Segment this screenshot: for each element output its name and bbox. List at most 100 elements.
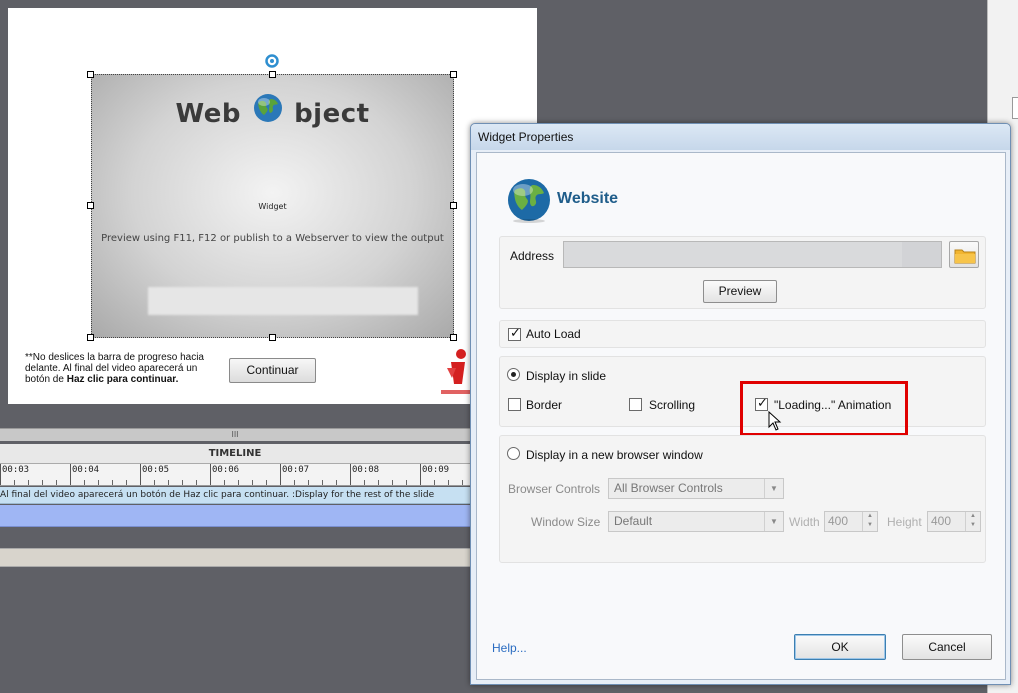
- ruler-minor-tick: [392, 480, 393, 485]
- timeline-scrollbar[interactable]: [0, 548, 470, 567]
- web-object-logo: Web bject: [92, 94, 453, 130]
- ruler-minor-tick: [322, 480, 323, 485]
- ruler-minor-tick: [308, 480, 309, 485]
- ruler-minor-tick: [252, 480, 253, 485]
- width-stepper[interactable]: 400 ▲ ▼: [824, 511, 878, 532]
- new-window-radio[interactable]: [507, 447, 520, 460]
- ruler-major-tick: [0, 464, 1, 485]
- timeline-caption-track[interactable]: Al final del video aparecerá un botón de…: [0, 487, 470, 504]
- timeline-title: TIMELINE: [0, 444, 470, 464]
- window-size-label: Window Size: [531, 515, 601, 529]
- border-checkbox[interactable]: [508, 398, 521, 411]
- ruler-minor-tick: [378, 480, 379, 485]
- ruler-major-tick: [70, 464, 71, 485]
- address-value-redacted: [564, 242, 902, 267]
- continue-button[interactable]: Continuar: [229, 358, 316, 383]
- checkmark-icon: ✓: [510, 326, 521, 341]
- resize-handle[interactable]: [450, 202, 457, 209]
- resize-handle[interactable]: [87, 71, 94, 78]
- web-object-widget[interactable]: Web bject Widget Preview using F11, F12 …: [91, 74, 454, 338]
- stepper-arrows-icon: ▲ ▼: [965, 512, 980, 531]
- ruler-minor-tick: [196, 480, 197, 485]
- web-object-logo-part1: Web: [175, 99, 241, 129]
- resize-handle[interactable]: [450, 334, 457, 341]
- slide-note-line1: **No deslices la barra de progreso hacia: [25, 352, 204, 363]
- ruler-tick-label: 00:09: [422, 465, 450, 475]
- resize-handle[interactable]: [87, 202, 94, 209]
- resize-handle[interactable]: [450, 71, 457, 78]
- rotate-handle-icon[interactable]: [263, 53, 281, 72]
- annotation-highlight-box: [740, 381, 908, 436]
- ruler-minor-tick: [182, 480, 183, 485]
- properties-field[interactable]: [1012, 97, 1018, 119]
- ruler-major-tick: [350, 464, 351, 485]
- ruler-major-tick: [210, 464, 211, 485]
- address-label: Address: [510, 249, 555, 263]
- scrolling-checkbox[interactable]: [629, 398, 642, 411]
- ruler-tick-label: 00:06: [212, 465, 240, 475]
- auto-load-checkbox[interactable]: ✓: [508, 326, 521, 341]
- width-label: Width: [789, 515, 820, 529]
- height-label: Height: [887, 515, 922, 529]
- ruler-minor-tick: [42, 480, 43, 485]
- ruler-minor-tick: [112, 480, 113, 485]
- ruler-tick-label: 00:05: [142, 465, 170, 475]
- slide-note-line2: delante. Al final del video aparecerá un: [25, 363, 198, 374]
- resize-handle[interactable]: [269, 71, 276, 78]
- browser-controls-label: Browser Controls: [508, 482, 601, 496]
- globe-icon: [253, 93, 283, 130]
- window-size-value: Default: [614, 514, 653, 528]
- ruler-minor-tick: [224, 480, 225, 485]
- window-size-select[interactable]: Default ▼: [608, 511, 784, 532]
- brand-logo-icon: [441, 346, 473, 400]
- dialog-titlebar[interactable]: Widget Properties: [471, 124, 1010, 150]
- ok-button[interactable]: OK: [794, 634, 886, 660]
- chevron-down-icon: ▼: [764, 479, 783, 498]
- ruler-minor-tick: [364, 480, 365, 485]
- ruler-minor-tick: [14, 480, 15, 485]
- ruler-major-tick: [280, 464, 281, 485]
- dialog-title: Widget Properties: [478, 130, 574, 144]
- resize-handle[interactable]: [87, 334, 94, 341]
- browser-controls-select[interactable]: All Browser Controls ▼: [608, 478, 784, 499]
- help-link[interactable]: Help...: [492, 641, 527, 655]
- height-stepper[interactable]: 400 ▲ ▼: [927, 511, 981, 532]
- new-window-label: Display in a new browser window: [526, 448, 703, 462]
- address-input[interactable]: [563, 241, 942, 268]
- slide-note-line3: botón de Haz clic para continuar.: [25, 374, 215, 385]
- ruler-tick-label: 00:04: [72, 465, 100, 475]
- ruler-major-tick: [420, 464, 421, 485]
- browser-controls-value: All Browser Controls: [614, 481, 723, 495]
- mouse-cursor-icon: [768, 410, 782, 434]
- display-in-slide-radio[interactable]: [507, 368, 520, 381]
- web-object-logo-part2: bject: [294, 99, 370, 129]
- widget-preview-hint: Preview using F11, F12 or publish to a W…: [101, 233, 444, 244]
- preview-button[interactable]: Preview: [703, 280, 777, 303]
- ruler-minor-tick: [406, 480, 407, 485]
- slide-note-line3-bold: Haz clic para continuar.: [66, 374, 179, 385]
- ruler-minor-tick: [434, 480, 435, 485]
- ruler-minor-tick: [266, 480, 267, 485]
- widget-type-title: Website: [557, 190, 619, 207]
- folder-browse-button[interactable]: [949, 241, 979, 268]
- cancel-button[interactable]: Cancel: [902, 634, 992, 660]
- ruler-minor-tick: [336, 480, 337, 485]
- scrolling-label: Scrolling: [649, 398, 696, 412]
- ruler-minor-tick: [28, 480, 29, 485]
- ruler-minor-tick: [126, 480, 127, 485]
- radio-selected-dot: [511, 372, 516, 377]
- stepper-arrows-icon: ▲ ▼: [862, 512, 877, 531]
- slide-note-line3-prefix: botón de: [25, 374, 67, 385]
- ruler-minor-tick: [168, 480, 169, 485]
- ruler-minor-tick: [154, 480, 155, 485]
- resize-handle[interactable]: [269, 334, 276, 341]
- timeline-media-track[interactable]: [0, 505, 470, 527]
- height-value: 400: [931, 514, 952, 528]
- ruler-minor-tick: [294, 480, 295, 485]
- ruler-minor-tick: [98, 480, 99, 485]
- timeline-ruler[interactable]: 00:03 00:04 00:05 00:06 00:07 00:08 00:09: [0, 464, 470, 486]
- ruler-minor-tick: [462, 480, 463, 485]
- ruler-major-tick: [140, 464, 141, 485]
- widget-url-redacted: [148, 287, 418, 315]
- timeline-splitter[interactable]: III: [0, 428, 470, 441]
